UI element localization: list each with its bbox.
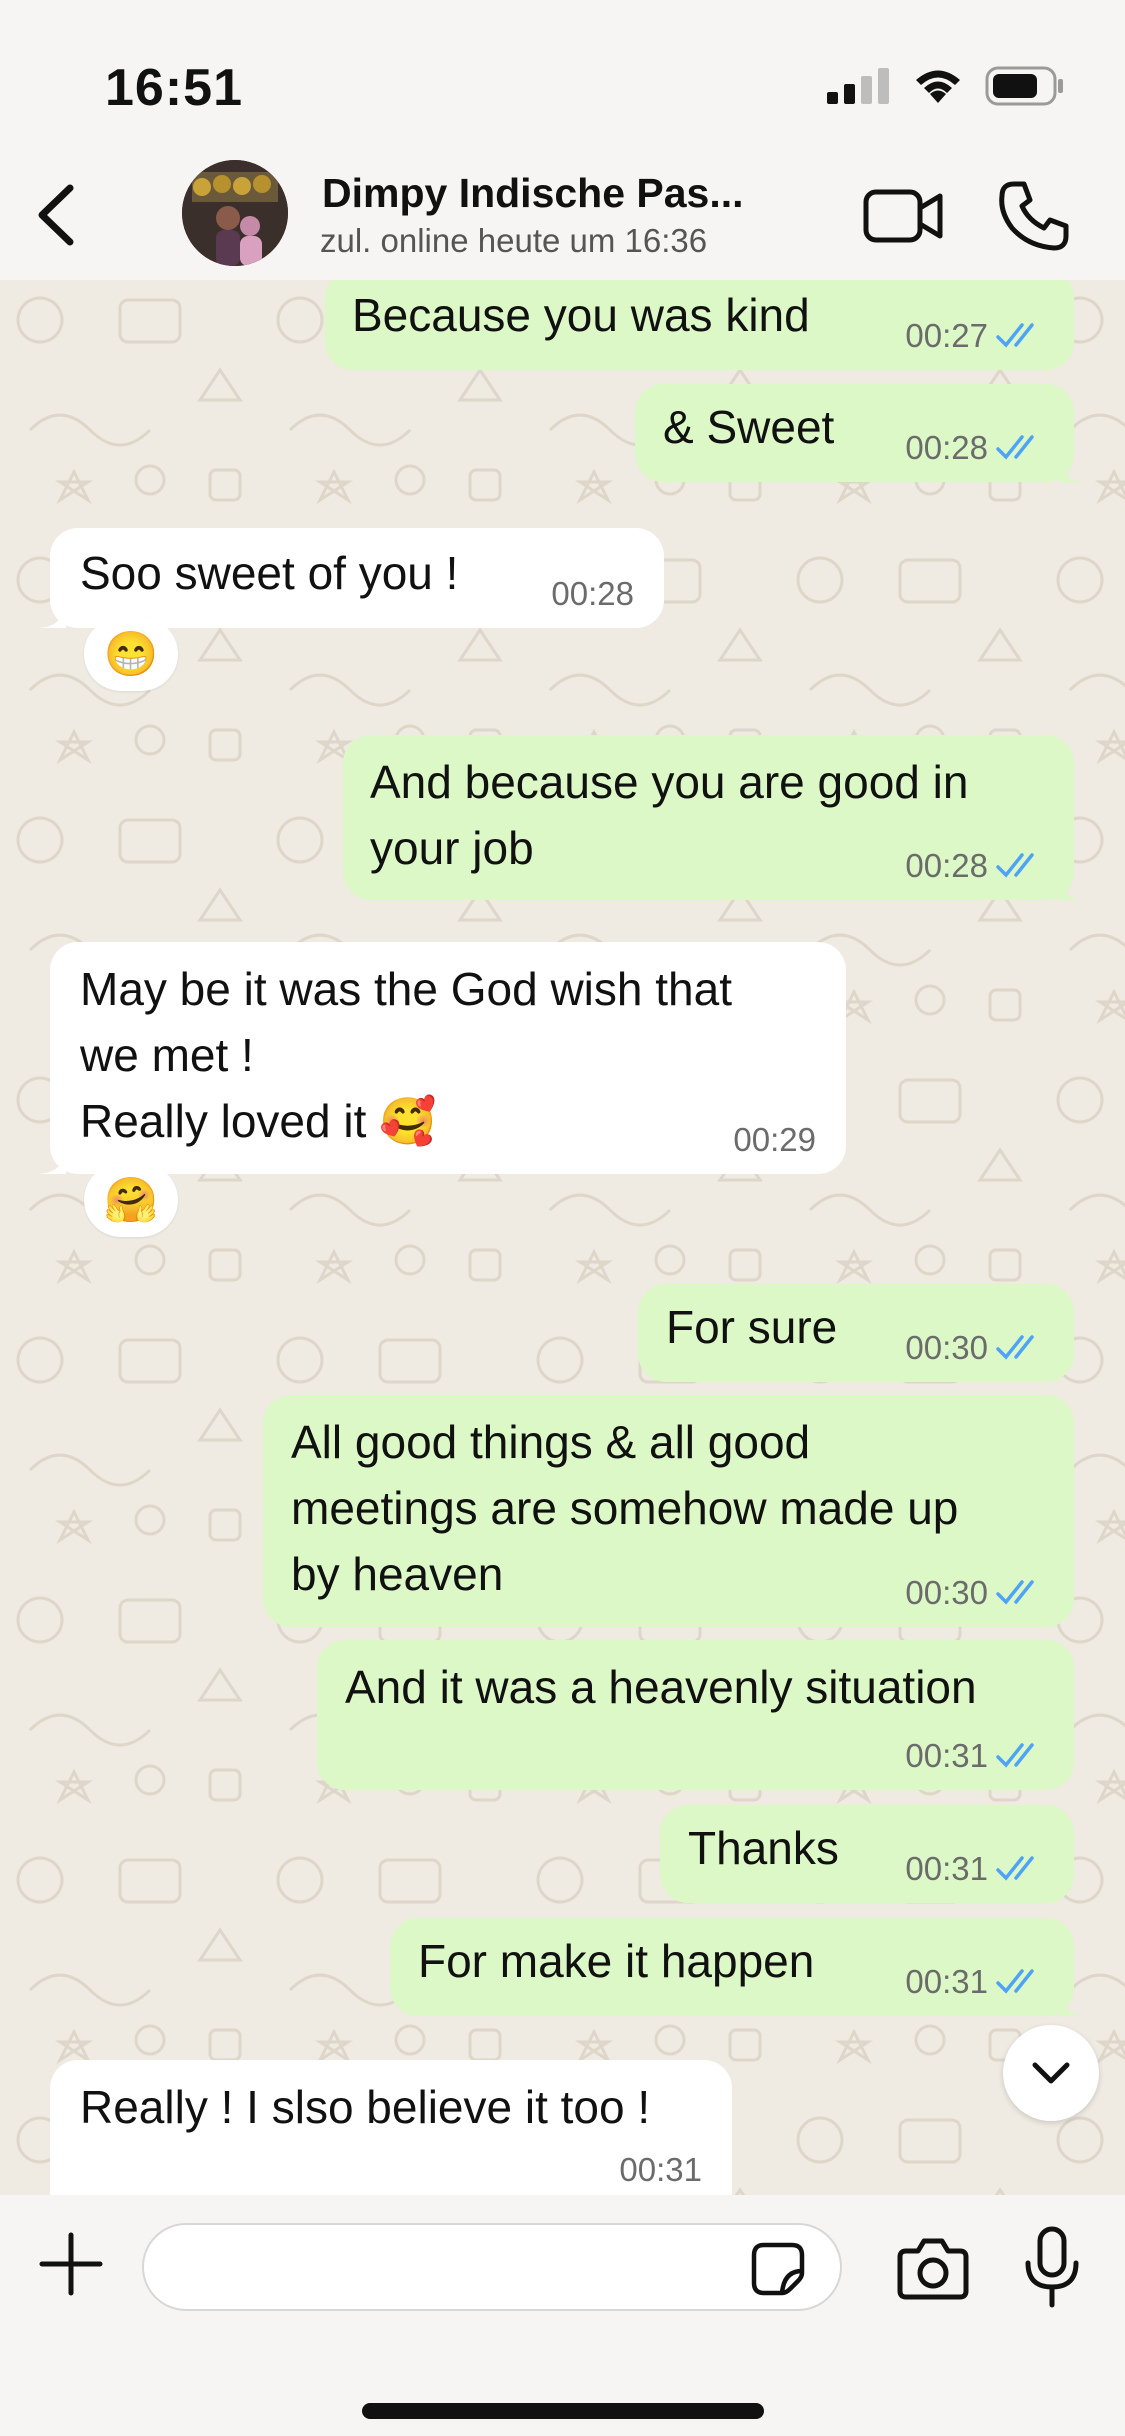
message-time: 00:31: [905, 1850, 988, 1887]
message-reaction[interactable]: 😁: [84, 617, 178, 691]
read-receipt-icon: [996, 1335, 1034, 1360]
contact-name[interactable]: Dimpy Indische Pas...: [322, 170, 744, 217]
message-input[interactable]: [142, 2223, 842, 2311]
message-time: 00:31: [905, 1737, 988, 1774]
message-time: 00:28: [551, 575, 634, 612]
camera-button[interactable]: [896, 2233, 970, 2303]
message-text: Thanks: [688, 1822, 839, 1874]
outgoing-message[interactable]: Thanks 00:31: [660, 1805, 1074, 1903]
read-receipt-icon: [996, 1969, 1034, 1994]
message-reaction[interactable]: 🤗: [84, 1163, 178, 1237]
contact-avatar[interactable]: [182, 160, 288, 266]
status-icons: [827, 64, 1065, 108]
message-time: 00:29: [733, 1121, 816, 1158]
chat-header: Dimpy Indische Pas... zul. online heute …: [0, 150, 1125, 280]
message-text: And it was a heavenly situation: [345, 1661, 977, 1713]
voice-call-button[interactable]: [996, 178, 1072, 254]
message-meta: 00:30: [905, 1328, 1046, 1368]
outgoing-message[interactable]: And because you are good in your job 00:…: [343, 735, 1088, 900]
message-text: Because you was kind: [352, 289, 810, 341]
read-receipt-icon: [996, 853, 1034, 878]
message-meta: 00:28: [905, 428, 1046, 468]
incoming-message[interactable]: Soo sweet of you ! 00:28: [36, 528, 664, 628]
message-time: 00:30: [905, 1574, 988, 1611]
incoming-message[interactable]: Really ! I slso believe it too ! 00:31: [50, 2060, 732, 2195]
message-text: For sure: [666, 1301, 838, 1353]
message-text: May be it was the God wish that we met !…: [80, 963, 732, 1147]
outgoing-message[interactable]: Because you was kind 00:27: [325, 280, 1074, 370]
outgoing-message[interactable]: For make it happen 00:31: [390, 1918, 1088, 2016]
message-meta: 00:31: [905, 1962, 1046, 2002]
back-button[interactable]: [20, 180, 90, 250]
sticker-button[interactable]: [750, 2241, 806, 2297]
chevron-down-icon: [1032, 2062, 1070, 2084]
incoming-message[interactable]: May be it was the God wish that we met !…: [36, 942, 846, 1174]
message-meta: 00:30: [905, 1573, 1046, 1613]
plus-icon: [39, 2232, 103, 2296]
message-time: 00:27: [905, 317, 988, 354]
read-receipt-icon: [996, 1856, 1034, 1881]
contact-last-seen: zul. online heute um 16:36: [320, 222, 708, 259]
voice-message-button[interactable]: [1022, 2225, 1082, 2309]
message-meta: 00:31: [905, 1736, 1046, 1776]
sticker-icon: [751, 2242, 805, 2296]
back-icon: [38, 184, 74, 246]
message-time: 00:31: [619, 2151, 702, 2188]
scroll-to-bottom-button[interactable]: [1003, 2025, 1099, 2121]
attach-button[interactable]: [38, 2231, 104, 2297]
message-time: 00:30: [905, 1329, 988, 1366]
message-time: 00:31: [905, 1963, 988, 2000]
message-meta: 00:28: [551, 574, 634, 614]
message-text: For make it happen: [418, 1935, 815, 1987]
read-receipt-icon: [996, 323, 1034, 348]
signal-icon: [827, 68, 889, 104]
message-text: & Sweet: [663, 401, 835, 453]
outgoing-message[interactable]: For sure 00:30: [638, 1284, 1074, 1382]
message-meta: 00:27: [905, 316, 1046, 356]
message-text: Really ! I slso believe it too !: [80, 2081, 651, 2133]
microphone-icon: [1025, 2226, 1079, 2308]
outgoing-message[interactable]: And it was a heavenly situation 00:31: [317, 1640, 1074, 1790]
message-meta: 00:29: [733, 1120, 816, 1160]
read-receipt-icon: [996, 1580, 1034, 1605]
whatsapp-chat-screen: 16:51 Dimpy Indische Pas... zul. online …: [0, 0, 1125, 2436]
message-meta: 00:28: [905, 846, 1046, 886]
outgoing-message[interactable]: All good things & all good meetings are …: [263, 1395, 1074, 1627]
message-text: All good things & all good meetings are …: [291, 1416, 959, 1600]
battery-icon: [985, 66, 1063, 106]
read-receipt-icon: [996, 435, 1034, 460]
message-text: Soo sweet of you !: [80, 547, 459, 599]
wifi-icon: [916, 70, 960, 103]
message-time: 00:28: [905, 847, 988, 884]
status-bar: 16:51: [0, 0, 1125, 160]
camera-icon: [897, 2238, 969, 2300]
outgoing-message[interactable]: & Sweet 00:28: [635, 384, 1088, 482]
video-camera-icon: [863, 189, 943, 243]
phone-icon: [999, 181, 1069, 251]
read-receipt-icon: [996, 1743, 1034, 1768]
home-indicator[interactable]: [362, 2403, 764, 2419]
chat-area[interactable]: Because you was kind 00:27 & Sweet 00:28…: [0, 280, 1125, 2195]
message-text: And because you are good in your job: [370, 756, 969, 874]
message-meta: 00:31: [619, 2150, 702, 2190]
message-composer: [0, 2195, 1125, 2436]
status-time: 16:51: [105, 59, 243, 117]
message-time: 00:28: [905, 429, 988, 466]
video-call-button[interactable]: [862, 184, 946, 248]
message-meta: 00:31: [905, 1849, 1046, 1889]
